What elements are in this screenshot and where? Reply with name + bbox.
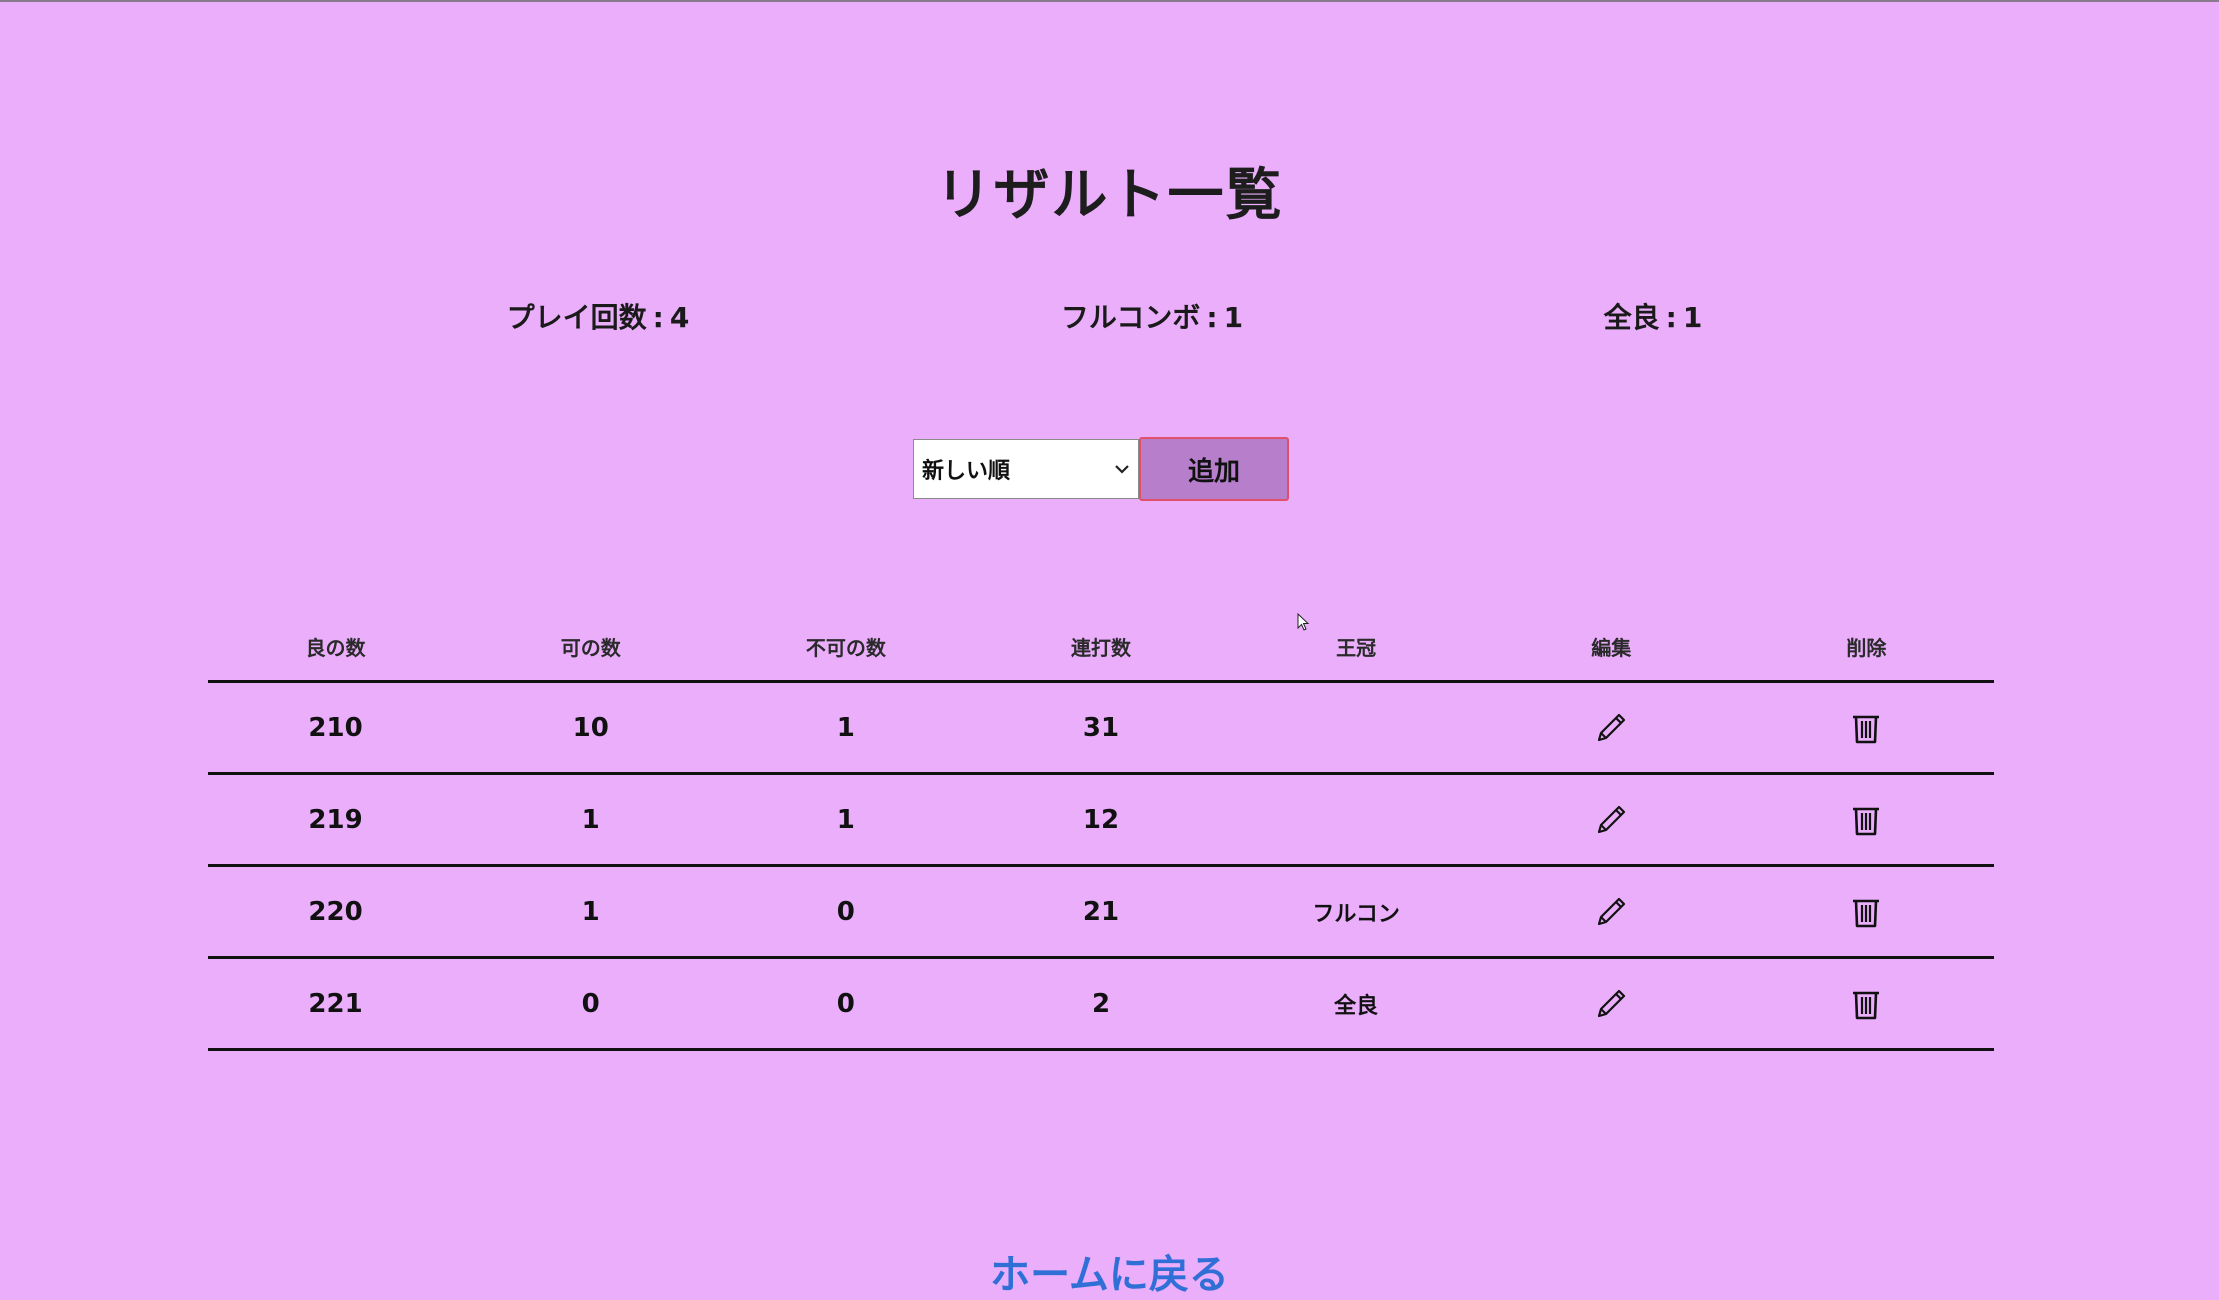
chevron-down-icon bbox=[1115, 465, 1129, 474]
header-crown: 王冠 bbox=[1228, 612, 1484, 683]
cell-good-count: 210 bbox=[208, 681, 464, 775]
pencil-icon bbox=[1598, 805, 1626, 833]
stat-play-count-label: プレイ回数 bbox=[506, 301, 647, 334]
table-row: 219 1 1 12 bbox=[208, 773, 1994, 867]
cell-crown: フルコン bbox=[1228, 865, 1484, 959]
cell-bad-count: 1 bbox=[718, 681, 974, 775]
delete-button[interactable] bbox=[1738, 773, 1994, 867]
header-ok-count: 可の数 bbox=[463, 612, 719, 683]
edit-button[interactable] bbox=[1483, 865, 1739, 959]
table-row: 220 1 0 21 フルコン bbox=[208, 865, 1994, 959]
trash-icon bbox=[1853, 991, 1880, 1019]
cell-roll-count: 12 bbox=[973, 773, 1229, 867]
table-row: 210 10 1 31 bbox=[208, 681, 1994, 775]
stat-separator: : bbox=[1665, 301, 1677, 334]
results-table: 良の数 可の数 不可の数 連打数 王冠 編集 削除 210 10 1 31 21… bbox=[208, 612, 1994, 1051]
stats-bar: プレイ回数:4 フルコンボ:1 全良:1 bbox=[0, 296, 2219, 336]
cell-ok-count: 1 bbox=[463, 773, 719, 867]
pencil-icon bbox=[1598, 713, 1626, 741]
cell-crown bbox=[1228, 681, 1484, 775]
stat-play-count-value: 4 bbox=[669, 301, 690, 334]
table-header-row: 良の数 可の数 不可の数 連打数 王冠 編集 削除 bbox=[208, 612, 1994, 683]
sort-select[interactable]: 新しい順 bbox=[913, 439, 1139, 499]
pencil-icon bbox=[1598, 897, 1626, 925]
delete-button[interactable] bbox=[1738, 681, 1994, 775]
home-link[interactable]: ホームに戻る bbox=[0, 1242, 2219, 1300]
pencil-icon bbox=[1598, 989, 1626, 1017]
stat-separator: : bbox=[652, 301, 664, 334]
cell-roll-count: 21 bbox=[973, 865, 1229, 959]
stat-all-good-value: 1 bbox=[1682, 301, 1703, 334]
header-delete: 削除 bbox=[1738, 612, 1994, 683]
cell-good-count: 219 bbox=[208, 773, 464, 867]
add-button[interactable]: 追加 bbox=[1139, 437, 1289, 501]
stat-all-good-label: 全良 bbox=[1603, 301, 1660, 334]
header-bad-count: 不可の数 bbox=[718, 612, 974, 683]
sort-select-value: 新しい順 bbox=[922, 459, 1011, 484]
cell-bad-count: 0 bbox=[718, 865, 974, 959]
cell-ok-count: 0 bbox=[463, 957, 719, 1051]
cell-bad-count: 0 bbox=[718, 957, 974, 1051]
header-roll-count: 連打数 bbox=[973, 612, 1229, 683]
edit-button[interactable] bbox=[1483, 957, 1739, 1051]
table-row: 221 0 0 2 全良 bbox=[208, 957, 1994, 1051]
cell-roll-count: 2 bbox=[973, 957, 1229, 1051]
cell-crown: 全良 bbox=[1228, 957, 1484, 1051]
edit-button[interactable] bbox=[1483, 773, 1739, 867]
cell-good-count: 221 bbox=[208, 957, 464, 1051]
trash-icon bbox=[1853, 899, 1880, 927]
stat-all-good: 全良:1 bbox=[1604, 296, 1703, 336]
trash-icon bbox=[1853, 807, 1880, 835]
cell-ok-count: 10 bbox=[463, 681, 719, 775]
cell-roll-count: 31 bbox=[973, 681, 1229, 775]
delete-button[interactable] bbox=[1738, 865, 1994, 959]
page-title: リザルト一覧 bbox=[935, 163, 1284, 228]
stat-full-combo: フルコンボ:1 bbox=[1061, 296, 1243, 336]
delete-button[interactable] bbox=[1738, 957, 1994, 1051]
cell-good-count: 220 bbox=[208, 865, 464, 959]
header-edit: 編集 bbox=[1483, 612, 1739, 683]
stat-separator: : bbox=[1206, 301, 1218, 334]
stat-full-combo-label: フルコンボ bbox=[1060, 301, 1201, 334]
cell-bad-count: 1 bbox=[718, 773, 974, 867]
cell-crown bbox=[1228, 773, 1484, 867]
stat-play-count: プレイ回数:4 bbox=[507, 296, 690, 336]
trash-icon bbox=[1853, 715, 1880, 743]
header-good-count: 良の数 bbox=[208, 612, 464, 683]
cell-ok-count: 1 bbox=[463, 865, 719, 959]
controls-bar: 新しい順 追加 bbox=[913, 437, 1289, 501]
edit-button[interactable] bbox=[1483, 681, 1739, 775]
stat-full-combo-value: 1 bbox=[1223, 301, 1244, 334]
